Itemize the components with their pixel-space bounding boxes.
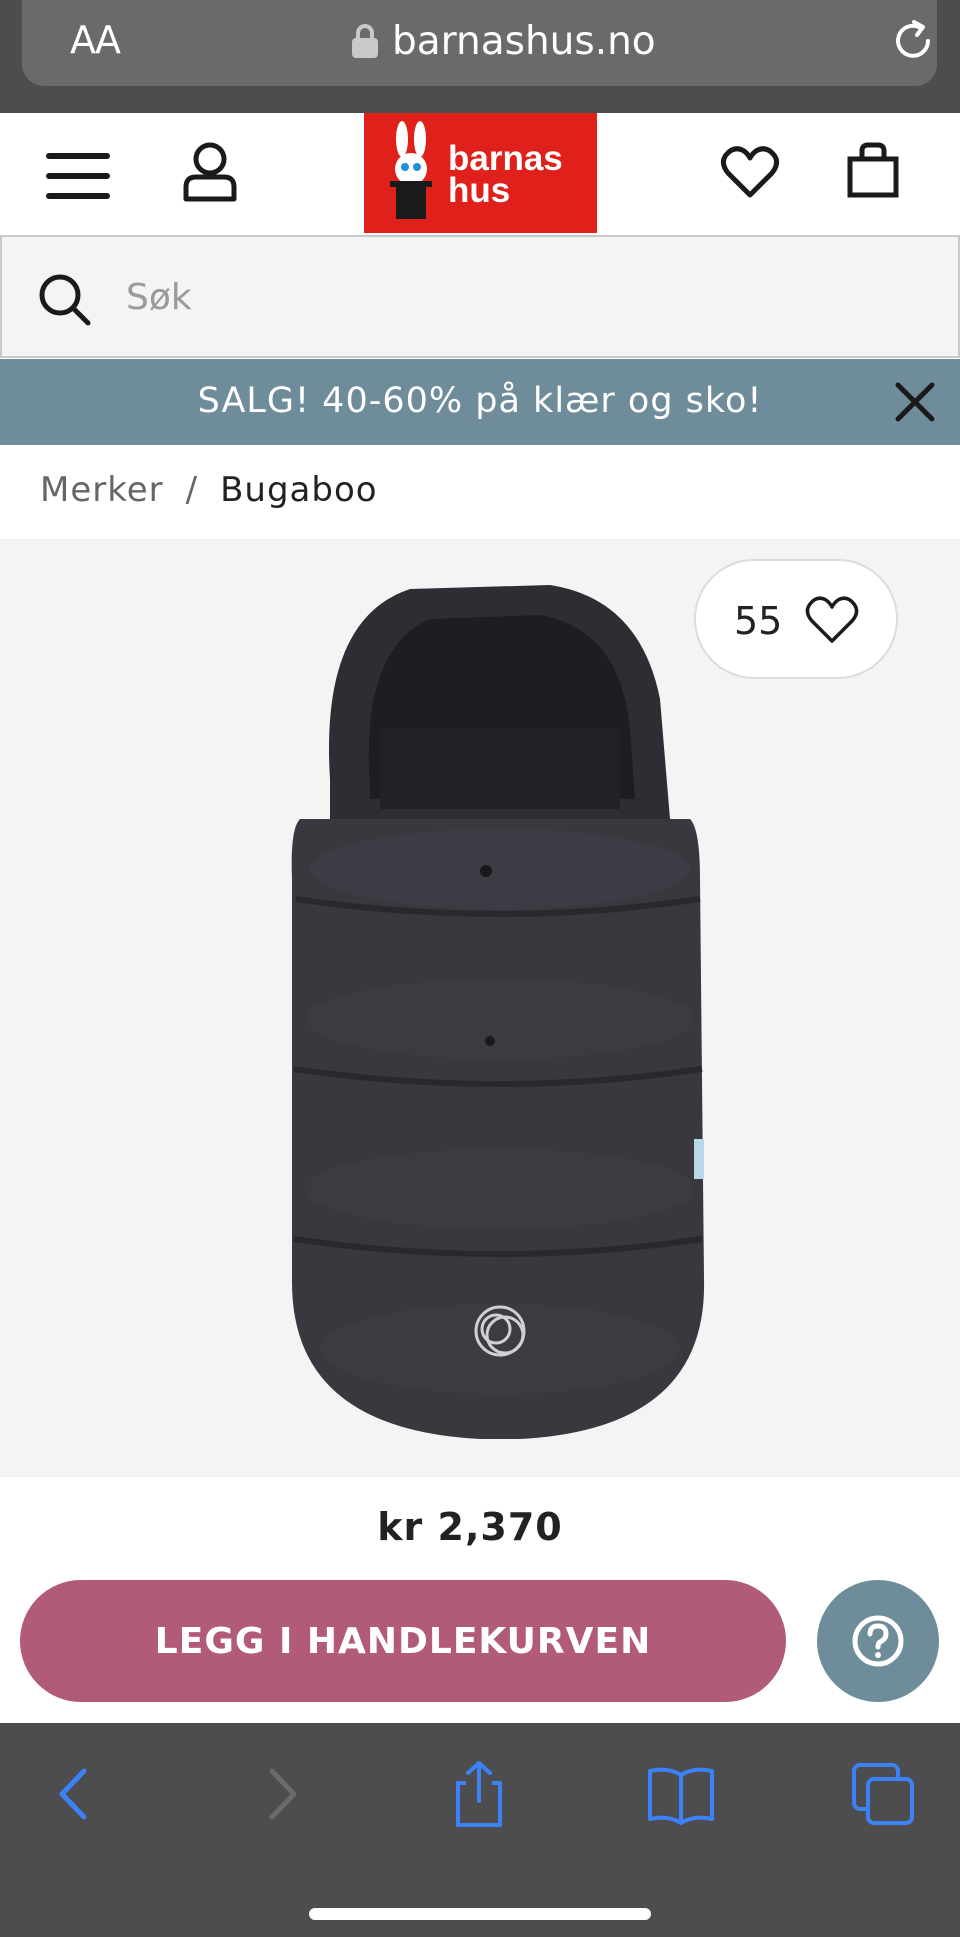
search-bar <box>0 235 960 358</box>
logo-line-2: hus <box>448 171 511 210</box>
heart-icon[interactable] <box>720 145 780 199</box>
home-indicator[interactable] <box>309 1908 651 1920</box>
share-icon[interactable] <box>444 1761 514 1827</box>
help-button[interactable] <box>817 1580 939 1702</box>
back-arrow-icon[interactable] <box>40 1761 110 1827</box>
bag-icon[interactable] <box>846 141 900 199</box>
product-gallery[interactable]: 55 <box>0 539 960 1477</box>
forward-arrow-icon <box>269 1768 297 1820</box>
site-header: barnas hus <box>0 113 960 235</box>
browser-toolbar <box>0 1723 960 1937</box>
text-size-label: AA <box>70 18 121 62</box>
text-size-button[interactable]: AA <box>70 18 121 62</box>
promo-text: SALG! 40-60% på klær og sko! <box>197 381 763 421</box>
bookmarks-icon[interactable] <box>646 1761 716 1827</box>
search-input[interactable] <box>126 269 906 325</box>
product-image[interactable] <box>290 579 710 1439</box>
address-bar[interactable]: AA barnashus.no <box>22 0 937 86</box>
breadcrumb-current: Bugaboo <box>220 470 378 510</box>
lock-icon <box>352 24 378 58</box>
search-icon[interactable] <box>38 273 92 327</box>
hamburger-icon[interactable] <box>46 153 110 199</box>
promo-banner[interactable]: SALG! 40-60% på klær og sko! <box>0 359 960 445</box>
close-icon[interactable] <box>894 381 936 423</box>
add-to-cart-button[interactable]: LEGG I HANDLEKURVEN <box>20 1580 786 1702</box>
question-icon <box>852 1615 904 1667</box>
breadcrumb: Merker / Bugaboo <box>40 470 378 510</box>
heart-icon <box>805 596 859 643</box>
like-count: 55 <box>734 599 783 643</box>
reload-icon[interactable] <box>890 18 936 64</box>
user-icon[interactable] <box>182 141 238 203</box>
url-display[interactable]: barnashus.no <box>352 16 656 66</box>
breadcrumb-link-merker[interactable]: Merker <box>40 470 164 510</box>
breadcrumb-separator: / <box>185 470 199 510</box>
tabs-icon[interactable] <box>848 1761 918 1827</box>
like-button[interactable]: 55 <box>694 559 898 679</box>
browser-top-bar: AA barnashus.no <box>0 0 960 113</box>
url-text: barnashus.no <box>392 18 656 64</box>
rabbit-hat-logo-icon <box>390 121 432 219</box>
product-price: kr 2,370 <box>377 1505 563 1549</box>
site-logo[interactable]: barnas hus <box>364 113 597 233</box>
logo-wordmark: barnas hus <box>448 141 563 210</box>
